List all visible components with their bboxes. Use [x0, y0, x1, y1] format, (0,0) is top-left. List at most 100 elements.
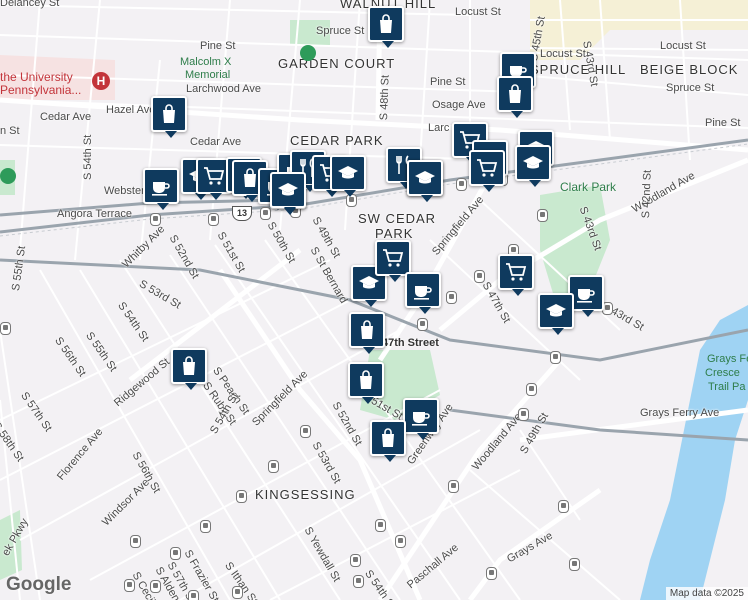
transit-station-icon[interactable]	[232, 586, 243, 599]
transit-station-icon[interactable]	[526, 383, 537, 396]
coffee-icon	[574, 281, 598, 305]
shopping-cart-icon	[475, 156, 499, 180]
shopping-bag-icon	[374, 12, 398, 36]
street-label: Larchwood Ave	[186, 83, 262, 95]
poi-grays-ferry-line2[interactable]: Cresce	[705, 367, 740, 380]
shopping-bag-icon	[354, 368, 378, 392]
neighborhood-kingsessing: KINGSESSING	[255, 487, 356, 502]
shopping-cart-marker[interactable]	[469, 150, 505, 192]
google-logo[interactable]: Google	[6, 574, 71, 596]
transit-station-icon[interactable]	[300, 425, 311, 438]
transit-station-icon[interactable]	[558, 500, 569, 513]
school-marker[interactable]	[515, 145, 551, 187]
transit-station-icon[interactable]	[456, 178, 467, 191]
transit-station-icon[interactable]	[537, 209, 548, 222]
street-label: Spruce St	[316, 25, 365, 37]
shopping-bag-icon	[503, 82, 527, 106]
transit-station-icon[interactable]	[569, 558, 580, 571]
poi-malcolm-x-line2[interactable]: Memorial	[185, 69, 230, 82]
transit-station-icon[interactable]	[170, 547, 181, 560]
school-marker[interactable]	[407, 160, 443, 202]
school-marker[interactable]	[270, 172, 306, 214]
school-icon	[336, 161, 360, 185]
street-label: Locust St	[660, 40, 706, 52]
poi-malcolm-x-line1[interactable]: Malcolm X	[180, 56, 231, 69]
neighborhood-garden-court: GARDEN COURT	[278, 56, 396, 71]
transit-station-icon[interactable]	[518, 408, 529, 421]
coffee-marker[interactable]	[403, 398, 439, 440]
shopping-cart-marker[interactable]	[375, 240, 411, 282]
poi-clark-park[interactable]: Clark Park	[560, 180, 616, 194]
poi-grays-ferry-line1[interactable]: Grays Fe	[707, 353, 748, 366]
street-label: Locust St	[455, 6, 501, 18]
coffee-icon	[411, 278, 435, 302]
shopping-bag-marker[interactable]	[497, 76, 533, 118]
shopping-bag-marker[interactable]	[368, 6, 404, 48]
shopping-cart-icon	[202, 164, 226, 188]
transit-station-icon[interactable]	[124, 579, 135, 592]
street-label: S 54th St	[82, 134, 94, 180]
shopping-bag-marker[interactable]	[171, 348, 207, 390]
school-icon	[276, 178, 300, 202]
school-marker[interactable]	[330, 155, 366, 197]
street-label: Pine St	[200, 40, 236, 52]
transit-station-icon[interactable]	[0, 322, 11, 335]
shopping-bag-icon	[157, 102, 181, 126]
transit-station-icon[interactable]	[353, 575, 364, 588]
transit-station-icon[interactable]	[208, 213, 219, 226]
shopping-bag-marker[interactable]	[349, 312, 385, 354]
transit-station-icon[interactable]	[395, 535, 406, 548]
transit-station-icon[interactable]	[188, 590, 199, 600]
transit-station-icon[interactable]	[417, 318, 428, 331]
neighborhood-spruce-hill: SPRUCE HILL	[530, 62, 627, 77]
map-canvas[interactable]: WALNUT HILL GARDEN COURT SPRUCE HILL BEI…	[0, 0, 748, 600]
street-label: Locust St	[540, 48, 586, 60]
park-icon	[0, 168, 16, 184]
transit-station-icon[interactable]	[260, 207, 271, 220]
street-label: Angora Terrace	[57, 208, 133, 220]
shopping-bag-icon	[376, 426, 400, 450]
poi-upenn-line2[interactable]: Pennsylvania...	[0, 84, 81, 97]
school-icon	[521, 151, 545, 175]
park-icon	[300, 45, 316, 61]
transit-station-icon[interactable]	[486, 567, 497, 580]
school-marker[interactable]	[538, 293, 574, 335]
transit-station-icon[interactable]	[474, 270, 485, 283]
school-icon	[544, 299, 568, 323]
coffee-marker[interactable]	[405, 272, 441, 314]
shopping-cart-icon	[504, 260, 528, 284]
map-attribution[interactable]: Map data ©2025	[665, 587, 748, 600]
transit-station-icon[interactable]	[550, 351, 561, 364]
street-label: Delancey St	[0, 0, 60, 9]
coffee-marker[interactable]	[143, 168, 179, 210]
shopping-cart-marker[interactable]	[498, 254, 534, 296]
transit-station-icon[interactable]	[448, 480, 459, 493]
street-label: Osage Ave	[432, 99, 486, 111]
transit-station-icon[interactable]	[268, 460, 279, 473]
transit-station-icon[interactable]	[375, 519, 386, 532]
transit-station-icon[interactable]	[200, 520, 211, 533]
transit-station-icon[interactable]	[150, 213, 161, 226]
street-label: Pine St	[430, 76, 466, 88]
neighborhood-sw-cedar-park-line2: PARK	[375, 226, 414, 241]
street-label: Spruce St	[666, 82, 715, 94]
shopping-cart-icon	[381, 246, 405, 270]
street-label: Grays Ferry Ave	[640, 407, 720, 419]
transit-station-icon[interactable]	[350, 554, 361, 567]
transit-station-icon[interactable]	[236, 490, 247, 503]
street-label: S 48th St	[378, 74, 392, 121]
transit-station-icon[interactable]	[446, 291, 457, 304]
street-label: Cedar Ave	[190, 136, 242, 148]
shopping-bag-marker[interactable]	[370, 420, 406, 462]
transit-station-icon[interactable]	[150, 580, 161, 593]
street-label: S 42nd St	[640, 169, 654, 219]
shopping-bag-marker[interactable]	[151, 96, 187, 138]
coffee-icon	[149, 174, 173, 198]
school-icon	[413, 166, 437, 190]
transit-station-icon[interactable]	[130, 535, 141, 548]
station-label-47th-street[interactable]: 47th Street	[382, 337, 439, 349]
street-label: Hazel Ave	[106, 104, 156, 116]
street-label: Cedar Ave	[40, 111, 92, 123]
poi-grays-ferry-line3[interactable]: Trail Pa	[708, 381, 746, 394]
shopping-bag-marker[interactable]	[348, 362, 384, 404]
